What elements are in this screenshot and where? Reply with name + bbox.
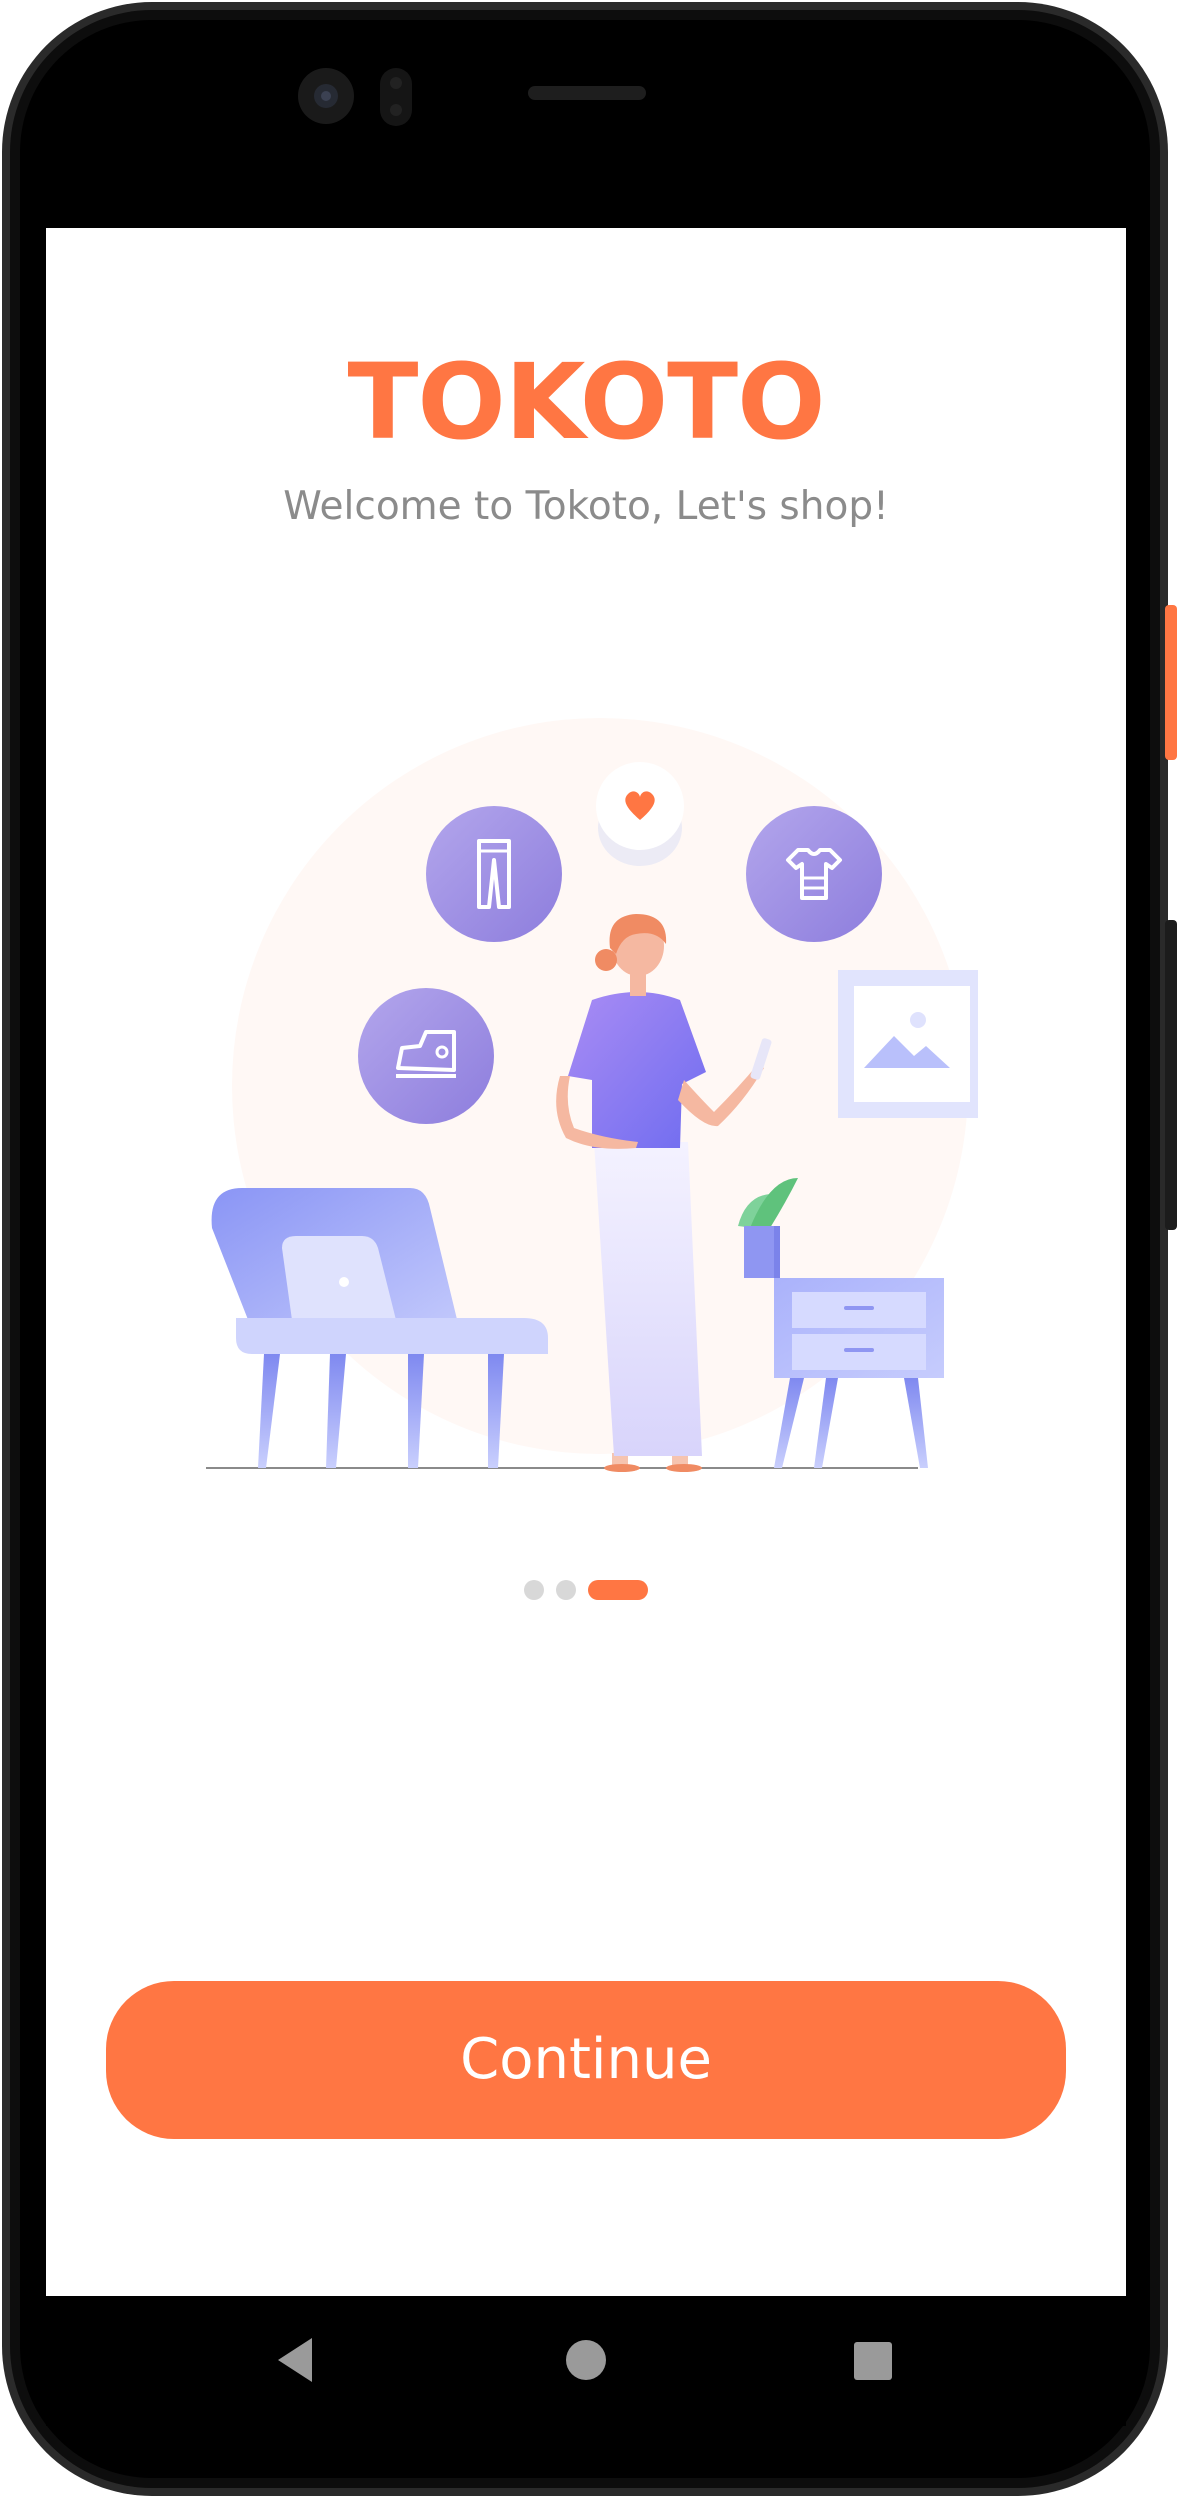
page-indicator <box>524 1580 648 1600</box>
continue-button[interactable]: Continue <box>106 1981 1066 2139</box>
page-dot-1[interactable] <box>524 1580 544 1600</box>
recents-nav-icon <box>854 2342 892 2380</box>
sneaker-icon <box>358 988 494 1124</box>
home-nav-button[interactable] <box>526 2296 646 2426</box>
power-button <box>1165 605 1177 760</box>
heart-icon <box>596 762 684 866</box>
app-title: TOKOTO <box>347 341 825 463</box>
recents-nav-button[interactable] <box>812 2296 932 2426</box>
onboarding-illustration <box>206 718 978 1472</box>
sensor <box>380 68 412 126</box>
back-nav-button[interactable] <box>238 2296 358 2426</box>
page-dot-2[interactable] <box>556 1580 576 1600</box>
earpiece-speaker <box>528 86 646 100</box>
home-nav-icon <box>566 2340 606 2380</box>
system-navigation-bar <box>46 2296 1126 2426</box>
picture-frame-icon <box>838 970 978 1118</box>
shirt-icon <box>746 806 882 942</box>
page-dot-3-active[interactable] <box>588 1580 648 1600</box>
back-nav-icon <box>278 2338 312 2382</box>
onboarding-screen: TOKOTO Welcome to Tokoto, Let's shop! Co… <box>46 228 1126 2296</box>
pants-icon <box>426 806 562 942</box>
device-stage: TOKOTO Welcome to Tokoto, Let's shop! Co… <box>0 0 1178 2498</box>
volume-button <box>1165 920 1177 1230</box>
welcome-subtitle: Welcome to Tokoto, Let's shop! <box>283 484 889 529</box>
